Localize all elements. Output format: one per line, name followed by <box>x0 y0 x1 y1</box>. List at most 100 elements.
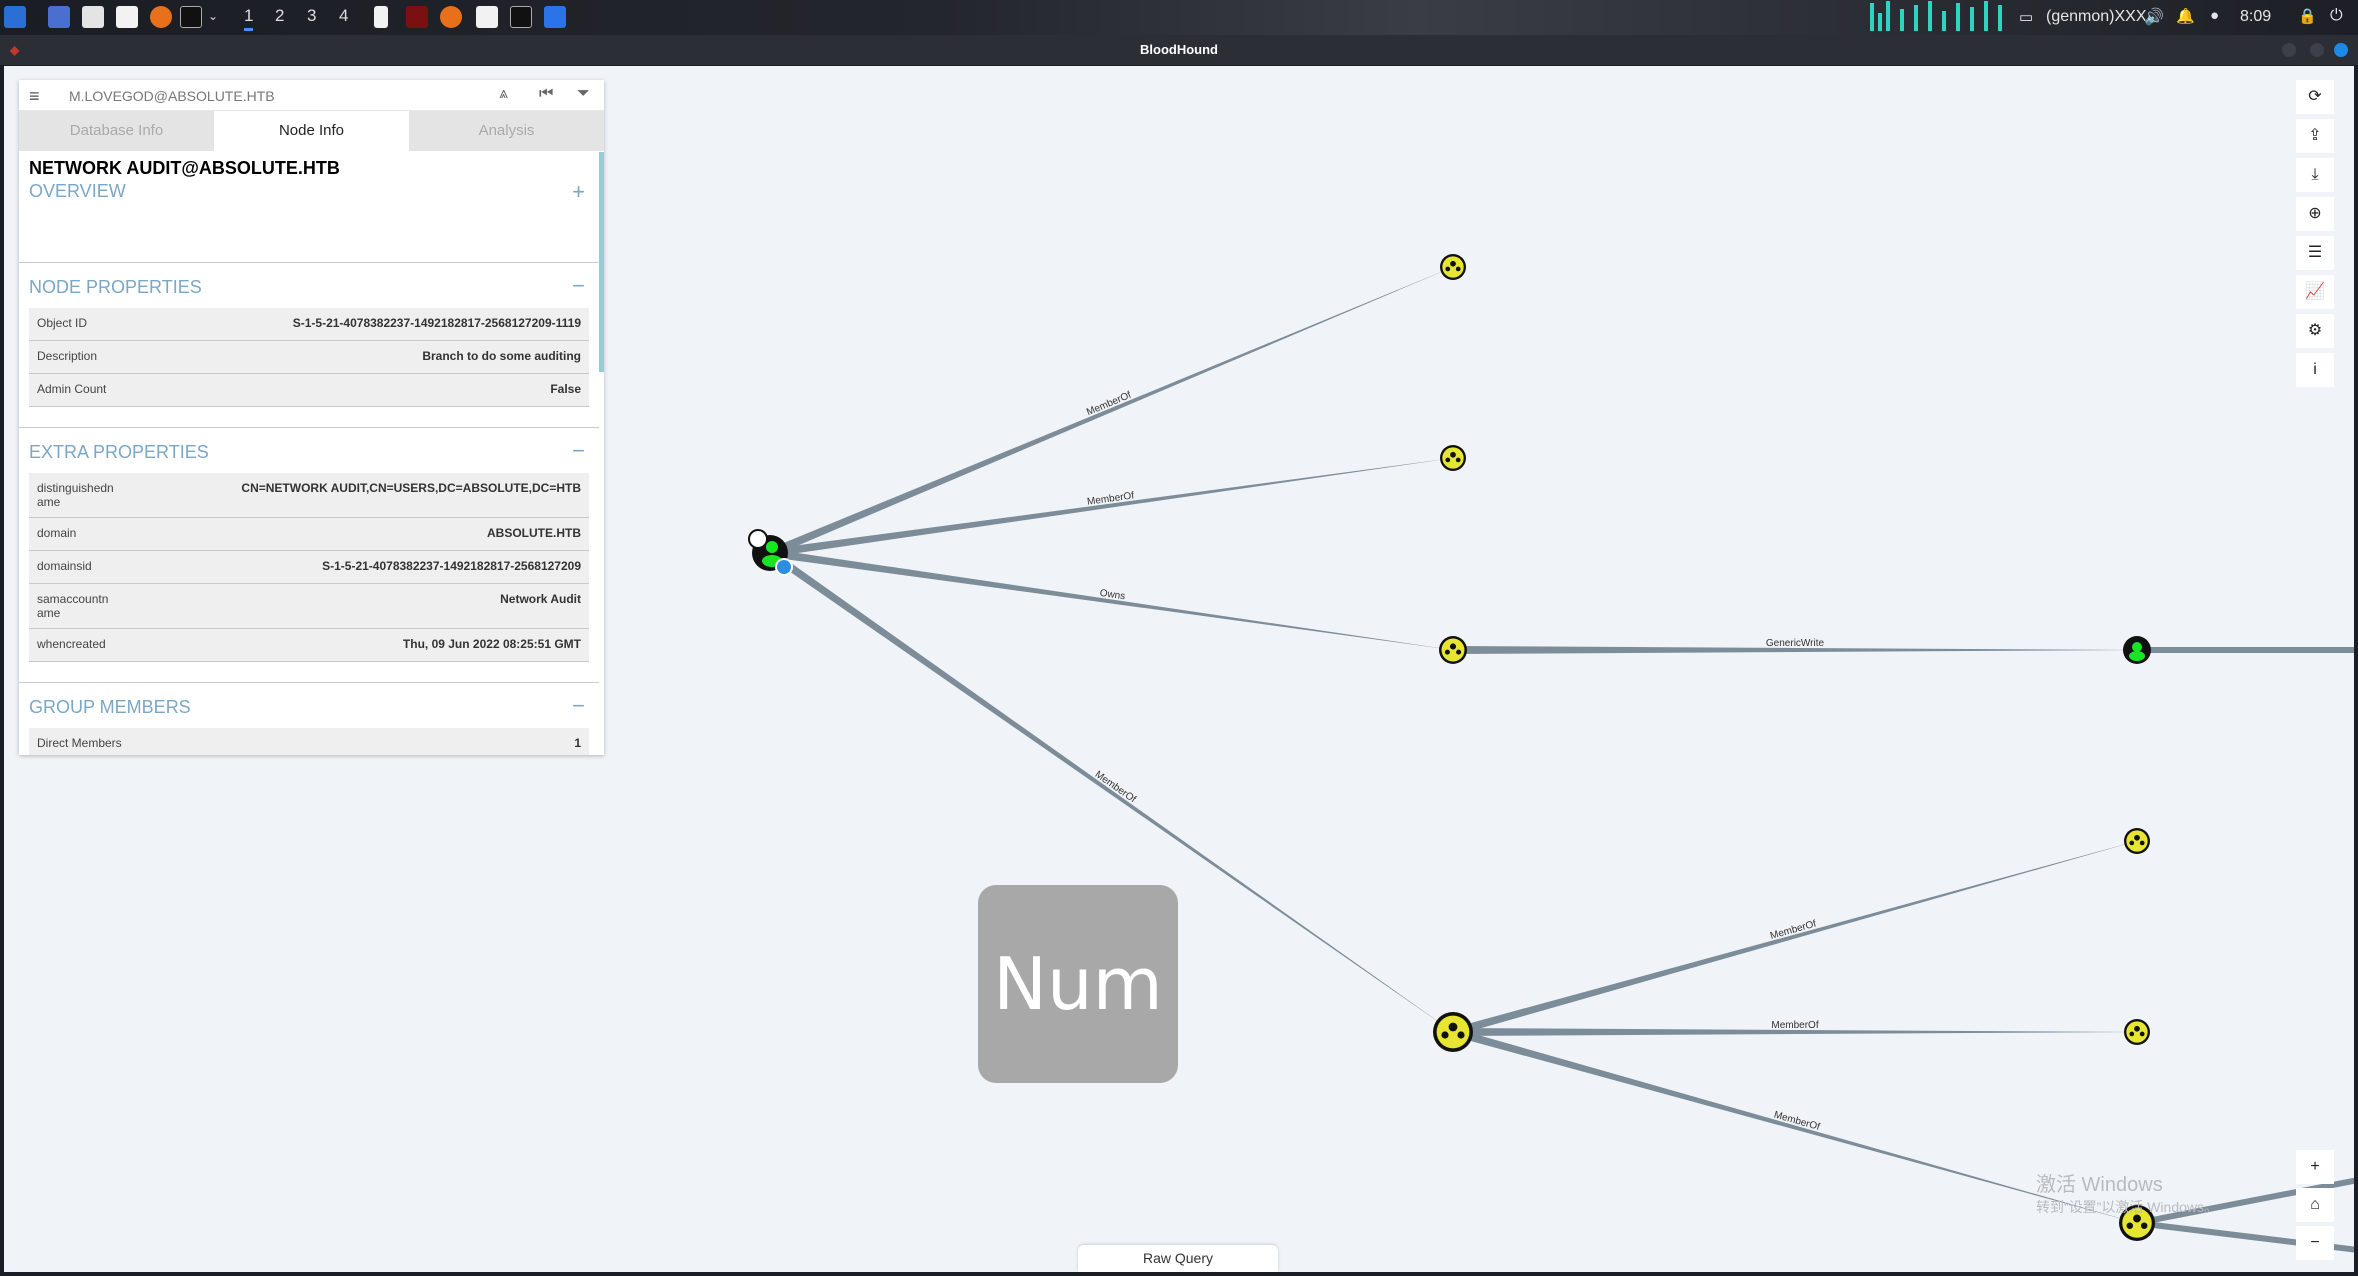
cpu-graph <box>1866 0 2012 35</box>
editor-window-icon[interactable] <box>476 6 498 28</box>
group-node-fill <box>1441 638 1465 662</box>
workspace-2[interactable]: 2 <box>275 6 284 26</box>
upload-icon[interactable]: ⇪ <box>2296 119 2334 153</box>
text-editor-icon[interactable] <box>116 6 138 28</box>
group-node-glyph <box>2134 834 2140 841</box>
collapse-icon[interactable]: − <box>572 693 585 719</box>
close-button[interactable] <box>2334 43 2348 57</box>
property-row: Object ID S-1-5-21-4078382237-1492182817-… <box>29 308 589 341</box>
desktop-icon[interactable] <box>48 6 70 28</box>
scrollbar[interactable] <box>599 152 604 372</box>
refresh-icon[interactable]: ⟳ <box>2296 80 2334 114</box>
numlock-overlay: Num <box>978 885 1178 1083</box>
group-node-glyph <box>2126 1222 2134 1229</box>
bloodhound-window-icon[interactable] <box>406 6 428 28</box>
workspace-4[interactable]: 4 <box>339 6 348 26</box>
terminal-window-icon[interactable] <box>510 6 532 28</box>
terminal-icon[interactable] <box>180 6 202 28</box>
filter-icon[interactable]: ⏷ <box>577 85 590 103</box>
property-row: Direct Members 1 <box>29 728 589 755</box>
window-blank-icon[interactable] <box>374 6 388 28</box>
logout-icon[interactable]: ⏻ <box>2330 7 2343 25</box>
overview-header[interactable]: OVERVIEW <box>29 179 589 212</box>
info-icon[interactable]: i <box>2296 353 2334 387</box>
raw-query-toggle[interactable]: Raw Query <box>1078 1245 1278 1272</box>
node-info-panel: ≡ M.LOVEGOD@ABSOLUTE.HTB ⩓ ⏮ ⏷ Database … <box>19 80 604 755</box>
pathfinding-icon[interactable]: ⩓ <box>499 85 508 103</box>
group-members-header[interactable]: GROUP MEMBERS <box>29 691 589 728</box>
download-icon[interactable]: ⤓ <box>2296 158 2334 192</box>
app-icon: ◆ <box>10 43 20 57</box>
chart-icon[interactable]: 📈 <box>2296 275 2334 309</box>
power-circle-icon[interactable]: ● <box>2210 7 2219 24</box>
file-manager-icon[interactable] <box>82 6 104 28</box>
group-members-section: GROUP MEMBERS − Direct Members 1 <box>19 683 599 755</box>
user-node-body <box>2129 651 2145 661</box>
property-row: samaccountn ame Network Audit <box>29 584 589 629</box>
upload-circle-icon[interactable]: ⊕ <box>2296 197 2334 231</box>
window-titlebar: ◆ BloodHound <box>0 35 2358 65</box>
group-node-fill <box>2126 830 2148 852</box>
start-marker-icon <box>775 558 793 576</box>
firefox-icon[interactable] <box>150 6 172 28</box>
group-node-glyph <box>1455 266 1461 272</box>
zoom-out-icon[interactable]: − <box>2296 1226 2334 1260</box>
group-node-glyph <box>2134 1025 2140 1032</box>
collapse-icon[interactable]: − <box>572 273 585 299</box>
group-node-glyph <box>1450 451 1456 458</box>
group-node-glyph <box>1450 260 1456 267</box>
display-icon: ▭ <box>2019 9 2034 26</box>
owned-skull-icon <box>748 529 768 549</box>
windows-activation-watermark: 激活 Windows 转到“设置”以激活 Windows。 <box>2036 1168 2218 1217</box>
user-node-head <box>2132 642 2142 652</box>
tab-analysis[interactable]: Analysis <box>409 111 604 151</box>
list-icon[interactable]: ☰ <box>2296 236 2334 270</box>
minimize-button[interactable] <box>2282 43 2296 57</box>
back-icon[interactable]: ⏮ <box>539 85 553 103</box>
group-node-glyph <box>1449 643 1457 650</box>
edge-label: MemberOf <box>1771 1020 1818 1031</box>
workspace-1[interactable]: 1 <box>244 6 254 31</box>
property-row: domain ABSOLUTE.HTB <box>29 518 589 551</box>
property-row: whencreated Thu, 09 Jun 2022 08:25:51 GMT <box>29 629 589 662</box>
zoom-in-icon[interactable]: + <box>2296 1150 2334 1184</box>
group-node-glyph <box>1448 1022 1458 1032</box>
panel-scroll: NETWORK AUDIT@ABSOLUTE.HTB OVERVIEW + NO… <box>19 152 599 755</box>
maximize-button[interactable] <box>2310 43 2324 57</box>
property-row: domainsid S-1-5-21-4078382237-1492182817-… <box>29 551 589 584</box>
node-properties-header[interactable]: NODE PROPERTIES <box>29 271 589 308</box>
property-row: distinguishedn ame CN=NETWORK AUDIT,CN=US… <box>29 473 589 518</box>
group-node-glyph <box>1444 649 1450 655</box>
graph-edge[interactable] <box>1451 841 2137 1036</box>
graph-edge[interactable] <box>768 267 1453 557</box>
search-input[interactable]: M.LOVEGOD@ABSOLUTE.HTB <box>69 88 275 104</box>
expand-icon[interactable]: + <box>572 179 585 205</box>
volume-icon[interactable]: 🔊 <box>2144 7 2164 27</box>
kali-menu-icon[interactable] <box>4 6 26 28</box>
property-row: Admin Count False <box>29 374 589 407</box>
group-node-fill <box>1442 256 1464 278</box>
firefox-window-icon[interactable] <box>440 6 462 28</box>
home-icon[interactable]: ⌂ <box>2296 1188 2334 1222</box>
collapse-icon[interactable]: − <box>572 438 585 464</box>
lock-icon[interactable]: 🔒 <box>2298 7 2317 25</box>
notification-bell-icon[interactable]: 🔔 <box>2176 7 2195 25</box>
chevron-down-icon[interactable]: ⌄ <box>208 9 218 23</box>
tab-database-info[interactable]: Database Info <box>19 111 214 151</box>
watermark-line2: 转到“设置”以激活 Windows。 <box>2036 1199 2219 1215</box>
workspace-3[interactable]: 3 <box>307 6 316 26</box>
extra-properties-header[interactable]: EXTRA PROPERTIES <box>29 436 589 473</box>
hamburger-menu-icon[interactable]: ≡ <box>29 86 40 107</box>
panel-tabs: Database Info Node Info Analysis <box>19 111 604 151</box>
settings-icon[interactable]: ⚙ <box>2296 314 2334 348</box>
group-node-fill <box>2126 1021 2148 1043</box>
folder-window-icon[interactable] <box>544 6 566 28</box>
group-node-glyph <box>1456 649 1462 655</box>
tab-node-info[interactable]: Node Info <box>214 111 409 151</box>
group-node-glyph <box>2139 840 2145 846</box>
search-bar: ≡ M.LOVEGOD@ABSOLUTE.HTB ⩓ ⏮ ⏷ <box>19 80 604 111</box>
source-user-head <box>766 541 778 553</box>
group-node-glyph <box>1445 457 1451 463</box>
group-node-glyph <box>1455 457 1461 463</box>
taskbar: ⌄ 1 2 3 4 ▭ (genmon)XXX 🔊 🔔 ● 8:09 🔒 ⏻ <box>0 0 2358 35</box>
